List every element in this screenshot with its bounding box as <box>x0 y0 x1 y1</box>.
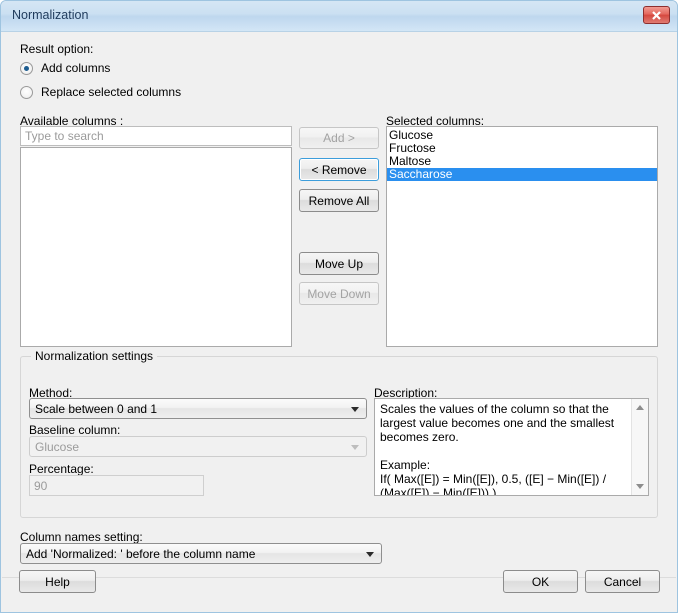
column-names-setting-label: Column names setting: <box>20 530 143 544</box>
cancel-button[interactable]: Cancel <box>585 570 660 593</box>
scroll-down-icon[interactable] <box>636 484 644 489</box>
percentage-input[interactable]: 90 <box>29 475 204 496</box>
baseline-column-value: Glucose <box>35 439 80 454</box>
window-title: Normalization <box>12 8 89 22</box>
close-button[interactable] <box>643 6 670 24</box>
add-button[interactable]: Add > <box>299 127 379 149</box>
remove-button[interactable]: < Remove <box>299 158 379 181</box>
baseline-column-combobox[interactable]: Glucose <box>29 436 367 457</box>
available-columns-listbox[interactable] <box>20 147 292 347</box>
dialog-client-area: Result option: Add columns Replace selec… <box>2 32 676 612</box>
description-scrollbar[interactable] <box>631 399 648 495</box>
title-bar: Normalization <box>1 1 677 32</box>
normalization-settings-title: Normalization settings <box>31 349 158 363</box>
remove-all-button[interactable]: Remove All <box>299 189 379 212</box>
chevron-down-icon <box>366 551 374 557</box>
column-names-setting-combobox[interactable]: Add 'Normalized: ' before the column nam… <box>20 543 382 564</box>
radio-replace-selected-columns-label: Replace selected columns <box>41 85 182 99</box>
result-option-label: Result option: <box>20 42 94 56</box>
close-x-icon <box>652 11 661 20</box>
help-button[interactable]: Help <box>19 570 96 593</box>
description-box: Scales the values of the column so that … <box>374 398 649 496</box>
method-combobox[interactable]: Scale between 0 and 1 <box>29 398 367 419</box>
radio-add-columns[interactable]: Add columns <box>20 61 110 75</box>
radio-add-columns-label: Add columns <box>41 61 111 75</box>
list-item[interactable]: Saccharose <box>387 168 657 181</box>
scroll-up-icon[interactable] <box>636 405 644 410</box>
method-combobox-value: Scale between 0 and 1 <box>35 401 158 416</box>
move-up-button[interactable]: Move Up <box>299 252 379 275</box>
ok-button[interactable]: OK <box>503 570 578 593</box>
baseline-column-label: Baseline column: <box>29 423 121 437</box>
chevron-down-icon <box>351 406 359 412</box>
column-names-setting-value: Add 'Normalized: ' before the column nam… <box>26 546 256 561</box>
normalization-dialog: Normalization Result option: Add columns… <box>0 0 678 613</box>
selected-columns-listbox[interactable]: Glucose Fructose Maltose Saccharose <box>386 126 658 347</box>
chevron-down-icon <box>351 444 359 450</box>
description-text: Scales the values of the column so that … <box>380 402 615 496</box>
radio-add-columns-indicator <box>20 61 33 75</box>
radio-replace-selected-columns[interactable]: Replace selected columns <box>20 85 181 99</box>
percentage-label: Percentage: <box>29 462 94 476</box>
search-input[interactable]: Type to search <box>20 126 292 146</box>
move-down-button[interactable]: Move Down <box>299 282 379 305</box>
radio-replace-selected-columns-indicator <box>20 85 33 99</box>
